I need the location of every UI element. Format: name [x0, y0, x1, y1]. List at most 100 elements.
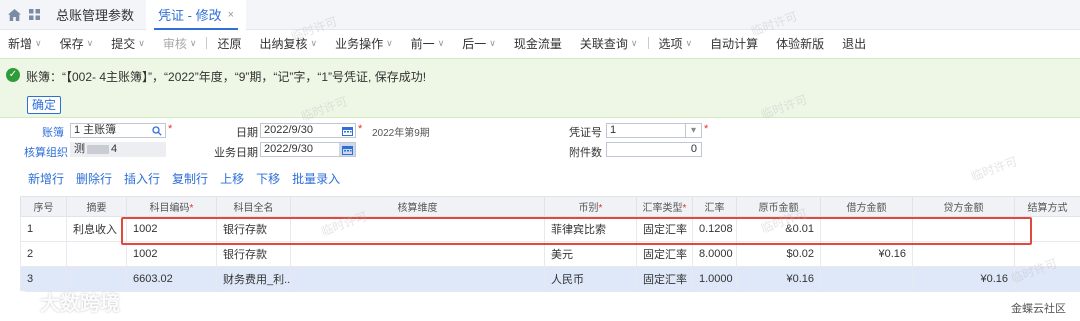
table-cell[interactable] [290, 266, 545, 292]
column-header[interactable]: 原币金额 [736, 196, 821, 217]
table-cell[interactable]: ¥0.16 [820, 241, 913, 267]
table-cell[interactable]: 1.0000 [692, 266, 737, 292]
column-header[interactable]: 汇率 [692, 196, 737, 217]
column-header[interactable]: 结算方式 [1014, 196, 1080, 217]
table-cell[interactable]: ¥0.16 [912, 266, 1015, 292]
tab-voucher-edit[interactable]: 凭证 - 修改 × [146, 0, 247, 30]
app-grid-icon[interactable] [24, 0, 44, 30]
entry-actions: 新增行 删除行 插入行 复制行 上移 下移 批量录入 [28, 170, 352, 186]
close-icon[interactable]: × [228, 9, 234, 21]
table-cell[interactable] [820, 266, 913, 292]
entry-action-link[interactable]: 上移 [220, 170, 244, 186]
table-row[interactable]: 1 利息收入 1002 银行存款 菲律宾比索 固定汇率 0.1208 &0.01 [20, 216, 1080, 242]
table-cell[interactable]: $0.02 [736, 241, 821, 267]
chevron-down-icon: ∨ [138, 37, 145, 48]
table-cell[interactable]: 固定汇率 [636, 241, 693, 267]
bizdate-label: 业务日期 [214, 147, 258, 159]
search-icon[interactable] [149, 124, 165, 137]
attach-count-field[interactable]: 0 [606, 142, 702, 157]
table-cell[interactable] [1014, 216, 1080, 242]
toolbar-button-label: 审核 [162, 36, 187, 51]
toolbar-button[interactable]: 关联查询 ∨ [580, 35, 638, 52]
required-mark: * [598, 203, 603, 214]
book-field[interactable]: 1 主账簿 [70, 123, 166, 138]
table-cell[interactable]: 利息收入 [66, 216, 127, 242]
table-cell[interactable]: 银行存款 [216, 241, 291, 267]
toolbar-button[interactable]: 出纳复核 ∨ [259, 35, 317, 52]
toolbar-button[interactable]: 保存 ∨ [60, 35, 94, 52]
column-header[interactable]: 摘要 [66, 196, 127, 217]
entry-action-link[interactable]: 下移 [256, 170, 280, 186]
column-header[interactable]: 科目编码* [126, 196, 217, 217]
calendar-icon[interactable] [339, 143, 355, 156]
toolbar-button[interactable]: 业务操作 ∨ [335, 35, 393, 52]
table-cell[interactable] [912, 216, 1015, 242]
entry-action-link[interactable]: 批量录入 [292, 170, 340, 186]
toolbar-button[interactable]: 现金流量 [514, 35, 562, 52]
bizdate-field[interactable]: 2022/9/30 [260, 142, 356, 157]
date-field[interactable]: 2022/9/30 [260, 123, 356, 138]
column-header[interactable]: 汇率类型* [636, 196, 693, 217]
entry-action-link[interactable]: 复制行 [172, 170, 208, 186]
table-cell[interactable]: 财务费用_利... [216, 266, 291, 292]
toolbar-button-label: 前一 [410, 36, 435, 51]
column-header-label: 科目编码 [149, 203, 190, 214]
column-header-label: 核算维度 [397, 203, 438, 214]
column-header-label: 序号 [33, 203, 54, 214]
entry-action-link[interactable]: 新增行 [28, 170, 64, 186]
table-cell[interactable]: 固定汇率 [636, 266, 693, 292]
toolbar-separator [206, 37, 208, 49]
column-header[interactable]: 序号 [20, 196, 67, 217]
toolbar-button[interactable]: 前一 ∨ [411, 35, 445, 52]
community-label: 金蝶云社区 [1011, 303, 1066, 315]
table-row[interactable]: 2 1002 银行存款 美元 固定汇率 8.0000 $0.02 ¥0.16 [20, 241, 1080, 267]
table-cell[interactable]: 6603.02 [126, 266, 217, 292]
table-cell[interactable] [290, 216, 545, 242]
table-cell[interactable]: &0.01 [736, 216, 821, 242]
confirm-button[interactable]: 确定 [27, 96, 61, 114]
table-cell[interactable]: 8.0000 [692, 241, 737, 267]
table-cell[interactable] [290, 241, 545, 267]
toolbar-button[interactable]: 自动计算 [710, 35, 758, 52]
column-header[interactable]: 币别* [544, 196, 637, 217]
table-cell[interactable]: 银行存款 [216, 216, 291, 242]
toolbar-button[interactable]: 选项 ∨ [659, 35, 693, 52]
table-cell[interactable]: ¥0.16 [736, 266, 821, 292]
table-cell[interactable] [820, 216, 913, 242]
table-cell[interactable]: 2 [20, 241, 67, 267]
column-header-label: 科目全名 [233, 203, 274, 214]
home-icon[interactable] [4, 0, 24, 30]
chevron-down-icon[interactable]: ▾ [685, 124, 701, 137]
table-row[interactable]: 3 6603.02 财务费用_利... 人民币 固定汇率 1.0000 ¥0.16 ¥0.16 [20, 266, 1080, 292]
table-cell[interactable] [66, 241, 127, 267]
table-cell[interactable]: 美元 [544, 241, 637, 267]
toolbar-button[interactable]: 体验新版 [776, 35, 824, 52]
table-cell[interactable] [1014, 241, 1080, 267]
table-cell[interactable]: 1 [20, 216, 67, 242]
table-cell[interactable]: 固定汇率 [636, 216, 693, 242]
table-cell[interactable]: 1002 [126, 216, 217, 242]
table-cell[interactable] [1014, 266, 1080, 292]
column-header[interactable]: 核算维度 [290, 196, 545, 217]
table-cell[interactable]: 0.1208 [692, 216, 737, 242]
entry-action-link[interactable]: 删除行 [76, 170, 112, 186]
tab-gl-params[interactable]: 总账管理参数 [44, 0, 146, 30]
voucher-no-select[interactable]: 1 ▾ [606, 123, 702, 138]
table-cell[interactable]: 菲律宾比索 [544, 216, 637, 242]
toolbar-button-label: 选项 [658, 36, 683, 51]
toolbar-button[interactable]: 退出 [842, 35, 866, 52]
entry-action-link[interactable]: 插入行 [124, 170, 160, 186]
toolbar-button[interactable]: 新增 ∨ [8, 35, 42, 52]
toolbar-button[interactable]: 提交 ∨ [111, 35, 145, 52]
table-cell[interactable] [912, 241, 1015, 267]
toolbar-button[interactable]: 后一 ∨ [462, 35, 496, 52]
table-cell[interactable]: 人民币 [544, 266, 637, 292]
calendar-icon[interactable] [339, 124, 355, 137]
column-header[interactable]: 科目全名 [216, 196, 291, 217]
column-header[interactable]: 贷方金额 [912, 196, 1015, 217]
table-cell[interactable]: 1002 [126, 241, 217, 267]
column-header[interactable]: 借方金额 [820, 196, 913, 217]
toolbar-button[interactable]: 还原 [217, 35, 241, 52]
success-message-text: 账簿：“【002- 4主账簿】”，“2022”年度，“9”期，“记”字，“1”号… [26, 70, 427, 84]
toolbar-button[interactable]: 审核 ∨ [163, 35, 197, 52]
